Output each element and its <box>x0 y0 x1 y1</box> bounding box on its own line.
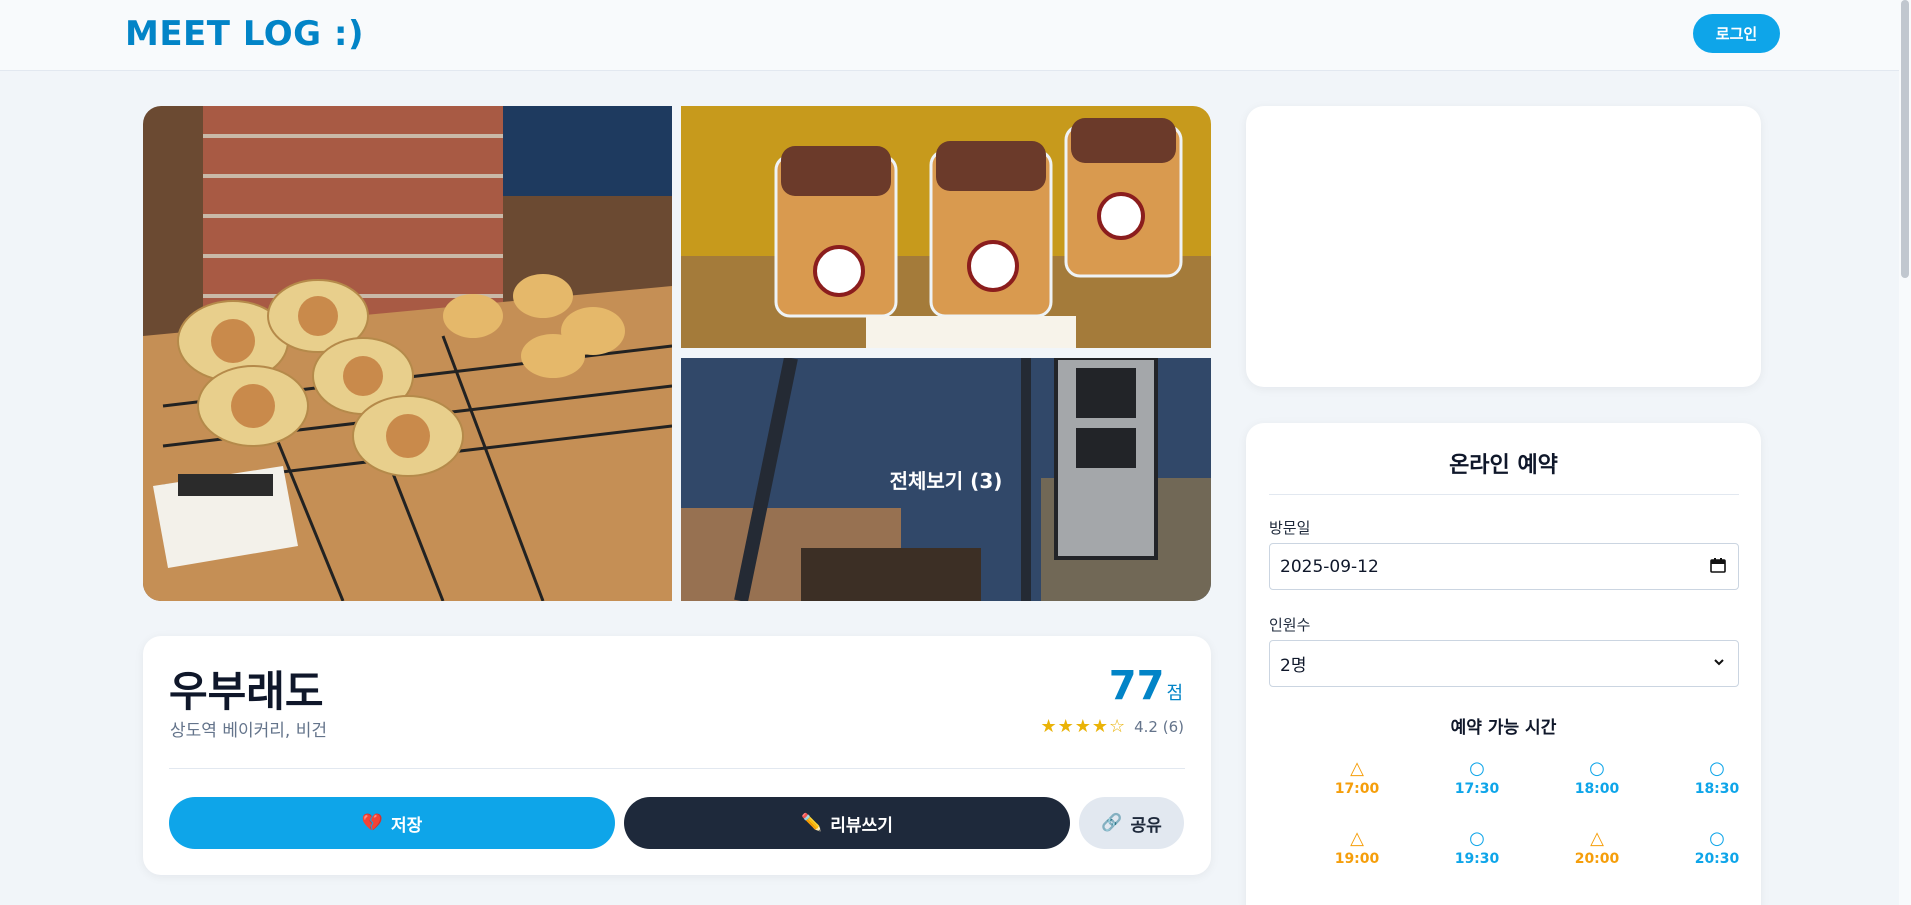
slot-time: 19:00 <box>1334 851 1380 867</box>
slot-time: 20:00 <box>1574 851 1620 867</box>
slot-status-icon: ○ <box>1589 758 1605 779</box>
score-unit: 점 <box>1166 683 1183 704</box>
slot-time: 20:30 <box>1694 851 1740 867</box>
slot-status-icon: ○ <box>1709 828 1725 849</box>
divider <box>1269 494 1739 495</box>
pencil-icon: ✏️ <box>801 813 823 833</box>
slot-status-icon: △ <box>1350 758 1364 779</box>
slot-time: 19:30 <box>1454 851 1500 867</box>
share-label: 공유 <box>1130 815 1162 836</box>
rating-row: ★★★★☆ 4.2 (6) <box>1040 716 1184 737</box>
visit-date-label: 방문일 <box>1269 519 1311 537</box>
reservation-card: 온라인 예약 방문일 2025-09-12 인원수 2명 예약 가능 시간 △ … <box>1246 423 1761 905</box>
map-panel[interactable] <box>1246 106 1761 387</box>
slot-status-icon: ○ <box>1709 758 1725 779</box>
score-value: 77 <box>1108 663 1165 709</box>
site-logo[interactable]: MEET LOG :) <box>125 14 364 54</box>
save-button[interactable]: 💔 저장 <box>169 797 615 849</box>
available-times-title: 예약 가능 시간 <box>1450 718 1557 738</box>
slot-status-icon: △ <box>1350 828 1364 849</box>
time-slot[interactable]: ○ 18:30 <box>1682 758 1752 798</box>
scrollbar-thumb[interactable] <box>1901 0 1909 278</box>
slot-time: 17:00 <box>1334 781 1380 797</box>
time-slot[interactable]: ○ 20:30 <box>1682 828 1752 868</box>
link-icon: 🔗 <box>1101 813 1123 833</box>
reservation-title: 온라인 예약 <box>1449 453 1558 478</box>
slot-status-icon: ○ <box>1469 758 1485 779</box>
review-label: 리뷰쓰기 <box>830 815 893 836</box>
slot-time: 18:30 <box>1694 781 1740 797</box>
party-size-value: 2명 <box>1280 656 1307 676</box>
top-header: MEET LOG :) 로그인 <box>0 0 1911 71</box>
divider <box>169 768 1185 769</box>
photo-gallery: 전체보기 (3) <box>143 106 1211 601</box>
slot-status-icon: △ <box>1590 828 1604 849</box>
restaurant-subtitle: 상도역 베이커리, 비건 <box>170 721 327 741</box>
login-button[interactable]: 로그인 <box>1693 14 1780 53</box>
party-size-select[interactable]: 2명 <box>1269 640 1739 687</box>
slot-status-icon: ○ <box>1469 828 1485 849</box>
save-label: 저장 <box>390 815 423 836</box>
photo-rice-bread[interactable] <box>681 106 1211 348</box>
time-slot[interactable]: ○ 17:30 <box>1442 758 1512 798</box>
visit-date-input[interactable]: 2025-09-12 <box>1269 543 1739 590</box>
photo-vegan-cafe-sign[interactable]: 전체보기 (3) <box>681 358 1211 601</box>
time-slot[interactable]: △ 17:00 <box>1322 758 1392 798</box>
restaurant-score: 77 점 <box>1109 663 1183 709</box>
time-slot[interactable]: ○ 19:30 <box>1442 828 1512 868</box>
calendar-icon[interactable] <box>1710 557 1726 578</box>
time-slot[interactable]: △ 19:00 <box>1322 828 1392 868</box>
chevron-down-icon <box>1712 654 1726 674</box>
rating-text: 4.2 (6) <box>1134 717 1184 736</box>
party-size-label: 인원수 <box>1269 616 1311 634</box>
share-button[interactable]: 🔗 공유 <box>1079 797 1184 849</box>
slot-time: 18:00 <box>1574 781 1620 797</box>
star-rating-icon: ★★★★☆ <box>1040 716 1127 737</box>
restaurant-name: 우부래도 <box>169 667 324 716</box>
restaurant-info-card: 우부래도 상도역 베이커리, 비건 77 점 ★★★★☆ 4.2 (6) 💔 저… <box>143 636 1211 875</box>
time-slot[interactable]: ○ 18:00 <box>1562 758 1632 798</box>
view-all-photos-button[interactable]: 전체보기 (3) <box>681 358 1211 601</box>
broken-heart-icon: 💔 <box>361 813 383 833</box>
scrollbar[interactable] <box>1899 0 1911 905</box>
photo-tofu-pizza-roll[interactable] <box>143 106 672 601</box>
visit-date-value: 2025-09-12 <box>1280 556 1379 577</box>
time-slot[interactable]: △ 20:00 <box>1562 828 1632 868</box>
write-review-button[interactable]: ✏️ 리뷰쓰기 <box>624 797 1070 849</box>
slot-time: 17:30 <box>1454 781 1500 797</box>
